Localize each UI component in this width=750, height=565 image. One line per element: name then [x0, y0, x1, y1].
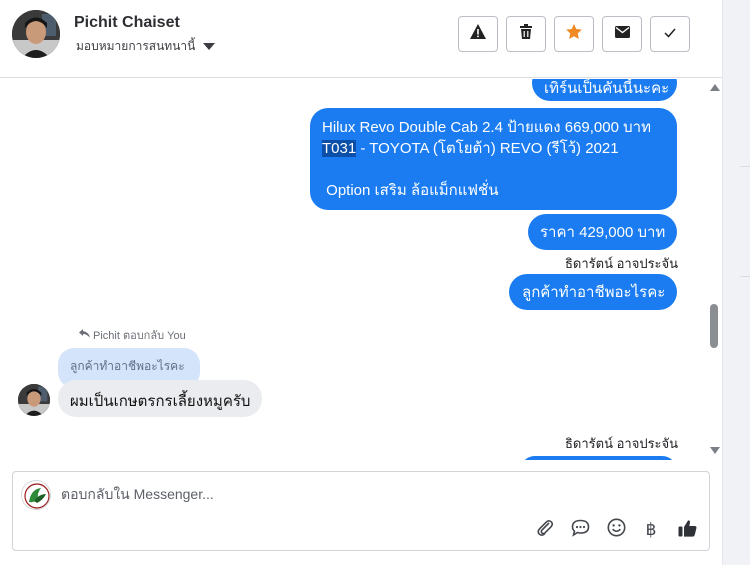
contact-avatar[interactable]	[12, 10, 60, 58]
scroll-thumb[interactable]	[710, 304, 718, 348]
messenger-conversation: Pichit Chaiset มอบหมายการสนทนานี้ เทิร์น…	[0, 0, 750, 565]
message-text: Option เสริม ล้อแม็กแฟชั่น	[322, 182, 499, 199]
message-text: ราคา 429,000 บาท	[540, 224, 666, 241]
star-button[interactable]	[554, 16, 594, 52]
sender-name: ธิดารัตน์ อาจประจัน	[565, 256, 679, 271]
contact-avatar-small[interactable]	[18, 384, 50, 416]
reply-composer: ฿	[12, 471, 710, 551]
assign-label: มอบหมายการสนทนานี้	[76, 39, 196, 53]
mail-icon	[614, 25, 630, 43]
message-text: ผมเป็นเกษตรกรเลี้ยงหมูครับ	[70, 393, 251, 410]
outgoing-message[interactable]: ลูกค้าทำอาชีพอะไรคะ	[509, 274, 677, 310]
star-icon	[566, 24, 582, 44]
payment-button[interactable]: ฿	[639, 519, 663, 541]
outgoing-message[interactable]	[520, 456, 677, 460]
contact-name: Pichit Chaiset	[74, 14, 180, 31]
baht-icon: ฿	[645, 520, 657, 539]
outgoing-message[interactable]: เทิร์นเป็นคันนี้นะคะ	[532, 79, 677, 101]
delete-button[interactable]	[506, 16, 546, 52]
selected-text: T031	[322, 140, 357, 157]
reply-arrow-icon	[79, 329, 90, 341]
reply-indicator: Pichit ตอบกลับ You	[79, 326, 186, 344]
attach-button[interactable]	[533, 519, 557, 541]
mark-unread-button[interactable]	[602, 16, 642, 52]
saved-replies-button[interactable]	[568, 519, 592, 541]
like-icon	[678, 519, 697, 542]
scroll-down-icon[interactable]	[710, 447, 720, 454]
message-text: T031 - TOYOTA (โตโยต้า) REVO (รีโว้) 202…	[322, 140, 619, 157]
chat-bubble-icon	[571, 519, 590, 542]
assign-conversation-dropdown[interactable]: มอบหมายการสนทนานี้	[76, 37, 216, 56]
page-avatar	[21, 480, 51, 510]
scroll-up-icon[interactable]	[710, 84, 720, 91]
emoji-icon	[607, 518, 626, 542]
message-scrollbar[interactable]	[706, 80, 722, 458]
outgoing-message[interactable]: Hilux Revo Double Cab 2.4 ป้ายแดง 669,00…	[310, 108, 677, 210]
alert-icon	[470, 24, 486, 44]
reply-meta-text: Pichit ตอบกลับ You	[93, 330, 186, 342]
divider	[740, 166, 750, 167]
message-text: เทิร์นเป็นคันนี้นะคะ	[544, 80, 670, 97]
divider	[740, 276, 750, 277]
conversation-header: Pichit Chaiset มอบหมายการสนทนานี้	[0, 0, 722, 78]
sender-name: ธิดารัตน์ อาจประจัน	[565, 436, 679, 451]
quoted-text: ลูกค้าทำอาชีพอะไรคะ	[70, 359, 185, 373]
trash-icon	[520, 24, 532, 44]
check-icon	[664, 25, 676, 43]
message-text: ลูกค้าทำอาชีพอะไรคะ	[522, 284, 666, 301]
message-text: Hilux Revo Double Cab 2.4 ป้ายแดง 669,00…	[322, 119, 651, 136]
mark-spam-button[interactable]	[458, 16, 498, 52]
caret-down-icon	[203, 43, 216, 50]
incoming-message[interactable]: ผมเป็นเกษตรกรเลี้ยงหมูครับ	[58, 380, 263, 417]
like-button[interactable]	[675, 519, 699, 541]
outgoing-message[interactable]: ราคา 429,000 บาท	[528, 214, 677, 250]
side-panel-strip	[722, 0, 750, 565]
emoji-button[interactable]	[604, 518, 628, 542]
mark-done-button[interactable]	[650, 16, 690, 52]
message-thread[interactable]: เทิร์นเป็นคันนี้นะคะ Hilux Revo Double C…	[0, 79, 722, 460]
attach-icon	[536, 519, 554, 542]
reply-input[interactable]	[61, 486, 661, 502]
